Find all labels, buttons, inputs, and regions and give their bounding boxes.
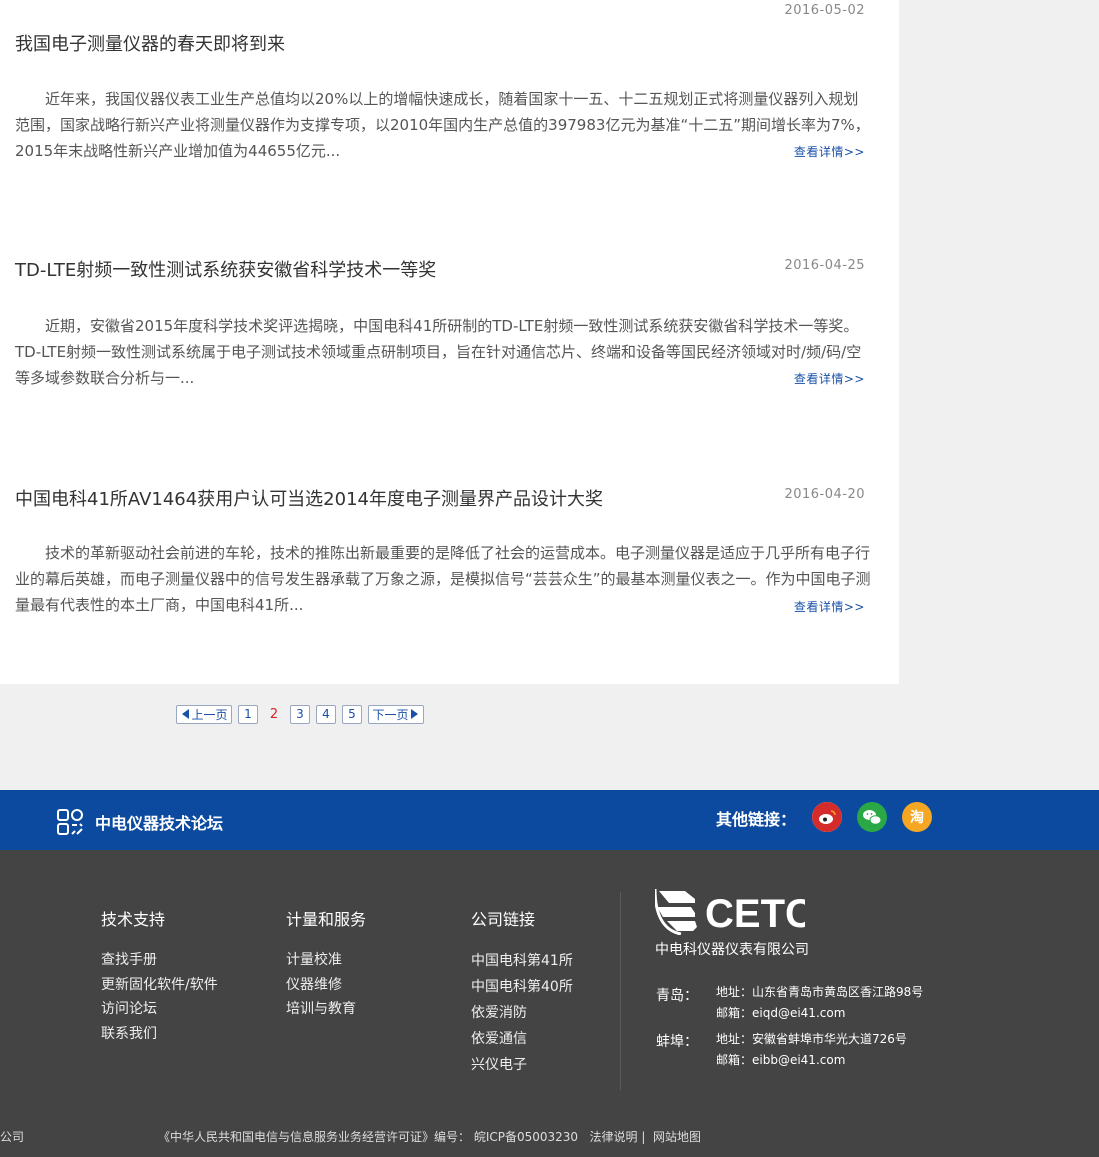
wechat-icon [857,802,887,832]
footer-link[interactable]: 中国电科第40所 [471,974,573,1000]
footer: 技术支持 查找手册 更新固化软件/软件 访问论坛 联系我们 计量和服务 计量校准… [0,850,1099,1157]
current-page: 2 [269,706,279,722]
cetc-logo: CETC [653,887,814,939]
article-list: 2016-05-02 我国电子测量仪器的春天即将到来 近年来，我国仪器仪表工业生… [0,0,899,684]
legal-link[interactable]: 法律说明 [590,1130,638,1144]
footer-heading: 计量和服务 [286,910,367,929]
weibo-icon [812,802,842,832]
page-link-3[interactable]: 3 [290,704,310,724]
read-more-link[interactable]: 查看详情>> [794,598,865,615]
footer-link[interactable]: 访问论坛 [101,997,218,1022]
footer-link[interactable]: 中国电科第41所 [471,948,573,974]
city-qingdao: 青岛： [656,988,698,1004]
prev-page-label: 上一页 [191,707,228,722]
sidebar-background [899,0,1099,790]
links-bar: 中电仪器技术论坛 其他链接： 淘 [0,790,1099,850]
footer-link[interactable]: 查找手册 [101,948,218,973]
bengbu-street: 地址：安徽省蚌埠市华光大道726号 [716,1032,907,1046]
article-item: 2016-04-20 中国电科41所AV1464获用户认可当选2014年度电子测… [15,0,875,640]
weibo-link[interactable] [812,802,842,832]
footer-link[interactable]: 仪器维修 [286,973,366,998]
license-line: 《中华人民共和国电信与信息服务业务经营许可证》编号： 皖ICP备05003230… [158,1128,701,1145]
footer-divider [620,892,621,1090]
next-page-label: 下一页 [372,707,409,722]
footer-heading: 技术支持 [101,910,166,929]
wechat-link[interactable] [857,802,887,832]
footer-link[interactable]: 更新固化软件/软件 [101,973,218,998]
footer-col-companies: 公司链接 中国电科第41所 中国电科第40所 依爱消防 依爱通信 兴仪电子 [471,906,573,1078]
footer-link[interactable]: 兴仪电子 [471,1052,573,1078]
forum-label: 中电仪器技术论坛 [95,814,224,833]
page-link-4[interactable]: 4 [316,704,336,724]
arrow-right-icon [410,709,418,719]
separator: | [641,1130,646,1144]
article-summary: 技术的革新驱动社会前进的车轮，技术的推陈出新最重要的是降低了社会的运营成本。电子… [15,544,871,614]
qingdao-address: 地址：山东省青岛市黄岛区香江路98号 邮箱：eiqd@ei41.com [716,982,923,1024]
footer-link[interactable]: 依爱消防 [471,1000,573,1026]
pagination: 上一页 1 2 3 4 5 下一页 [176,704,424,724]
footer-link[interactable]: 联系我们 [101,1022,218,1047]
next-page-button[interactable]: 下一页 [368,704,424,724]
city-bengbu: 蚌埠： [656,1034,698,1050]
arrow-left-icon [182,709,190,719]
footer-link[interactable]: 计量校准 [286,948,366,973]
article-title[interactable]: 中国电科41所AV1464获用户认可当选2014年度电子测量界产品设计大奖 [15,485,603,511]
pager-area [0,684,899,790]
cetc-logo-text: CETC [705,892,805,935]
cetc-logo-mark: CETC [653,888,814,936]
company-name: 中电科仪器仪表有限公司 [655,942,809,958]
footer-link[interactable]: 依爱通信 [471,1026,573,1052]
footer-link[interactable]: 培训与教育 [286,997,366,1022]
forum-link[interactable]: 中电仪器技术论坛 [55,807,223,837]
page-link-1[interactable]: 1 [238,704,258,724]
other-links-label: 其他链接： [716,810,797,829]
copyright-fragment: 公司 [0,1130,25,1144]
qingdao-email[interactable]: 邮箱：eiqd@ei41.com [716,1003,923,1024]
footer-col-support: 技术支持 查找手册 更新固化软件/软件 访问论坛 联系我们 [101,906,218,1046]
sitemap-link[interactable]: 网站地图 [653,1130,701,1144]
page-link-5[interactable]: 5 [342,704,362,724]
article-date: 2016-04-20 [784,487,865,502]
footer-heading: 公司链接 [471,910,536,929]
bengbu-address: 地址：安徽省蚌埠市华光大道726号 邮箱：eibb@ei41.com [716,1029,907,1071]
qingdao-street: 地址：山东省青岛市黄岛区香江路98号 [716,985,924,999]
taobao-icon: 淘 [910,810,924,826]
prev-page-button[interactable]: 上一页 [176,704,232,724]
taobao-link[interactable]: 淘 [902,802,932,832]
license-text: 《中华人民共和国电信与信息服务业务经营许可证》编号： 皖ICP备05003230 [158,1130,579,1144]
footer-col-services: 计量和服务 计量校准 仪器维修 培训与教育 [286,906,366,1022]
forum-icon [57,809,83,835]
bengbu-email[interactable]: 邮箱：eibb@ei41.com [716,1050,907,1071]
